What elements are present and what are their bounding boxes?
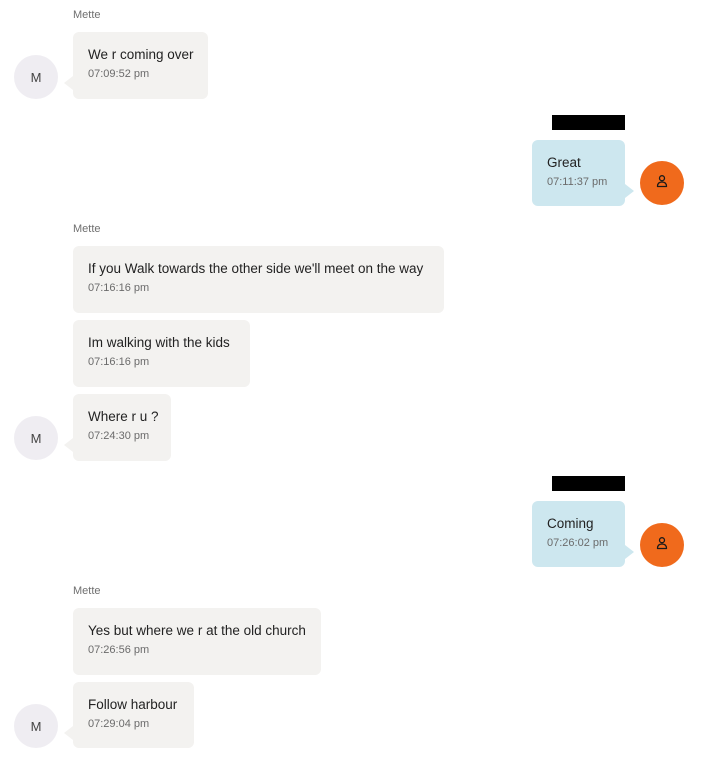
avatar-initial: M <box>30 430 42 446</box>
bubble-tail <box>625 545 634 559</box>
own-avatar[interactable] <box>640 523 684 567</box>
message-timestamp: 07:09:52 pm <box>88 68 150 80</box>
message-timestamp: 07:16:16 pm <box>88 282 150 294</box>
message-timestamp: 07:16:16 pm <box>88 356 150 368</box>
message-bubble-outgoing[interactable]: Coming 07:26:02 pm <box>532 501 625 567</box>
person-outline-icon <box>655 174 669 193</box>
message-text: If you Walk towards the other side we'll… <box>88 261 424 276</box>
message-bubble-incoming[interactable]: Im walking with the kids 07:16:16 pm <box>73 320 250 387</box>
message-bubble-incoming[interactable]: Where r u ? 07:24:30 pm <box>73 394 171 461</box>
bubble-tail <box>625 184 634 198</box>
avatar-initial: M <box>30 718 42 734</box>
message-text: We r coming over <box>88 47 194 62</box>
redacted-sender-name <box>552 115 625 130</box>
message-timestamp: 07:24:30 pm <box>88 430 150 442</box>
contact-avatar[interactable]: M <box>14 704 58 748</box>
message-timestamp: 07:29:04 pm <box>88 718 150 730</box>
bubble-tail <box>64 76 73 90</box>
message-timestamp: 07:26:56 pm <box>88 644 150 656</box>
own-avatar[interactable] <box>640 161 684 205</box>
message-timestamp: 07:26:02 pm <box>547 537 609 549</box>
message-bubble-incoming[interactable]: Yes but where we r at the old church 07:… <box>73 608 321 675</box>
avatar-initial: M <box>30 69 42 85</box>
message-bubble-outgoing[interactable]: Great 07:11:37 pm <box>532 140 625 206</box>
message-bubble-incoming[interactable]: If you Walk towards the other side we'll… <box>73 246 444 313</box>
bubble-tail <box>64 438 73 452</box>
sender-name: Mette <box>73 9 101 21</box>
message-text: Where r u ? <box>88 409 159 424</box>
message-text: Great <box>547 155 581 170</box>
person-outline-icon <box>655 536 669 555</box>
sender-name: Mette <box>73 223 101 235</box>
message-text: Coming <box>547 516 594 531</box>
message-text: Yes but where we r at the old church <box>88 623 306 638</box>
message-timestamp: 07:11:37 pm <box>547 176 608 188</box>
redacted-sender-name <box>552 476 625 491</box>
message-text: Follow harbour <box>88 697 178 712</box>
bubble-tail <box>64 726 73 740</box>
message-bubble-incoming[interactable]: Follow harbour 07:29:04 pm <box>73 682 194 748</box>
message-bubble-incoming[interactable]: We r coming over 07:09:52 pm <box>73 32 208 99</box>
message-text: Im walking with the kids <box>88 335 230 350</box>
sender-name: Mette <box>73 585 101 597</box>
contact-avatar[interactable]: M <box>14 55 58 99</box>
contact-avatar[interactable]: M <box>14 416 58 460</box>
